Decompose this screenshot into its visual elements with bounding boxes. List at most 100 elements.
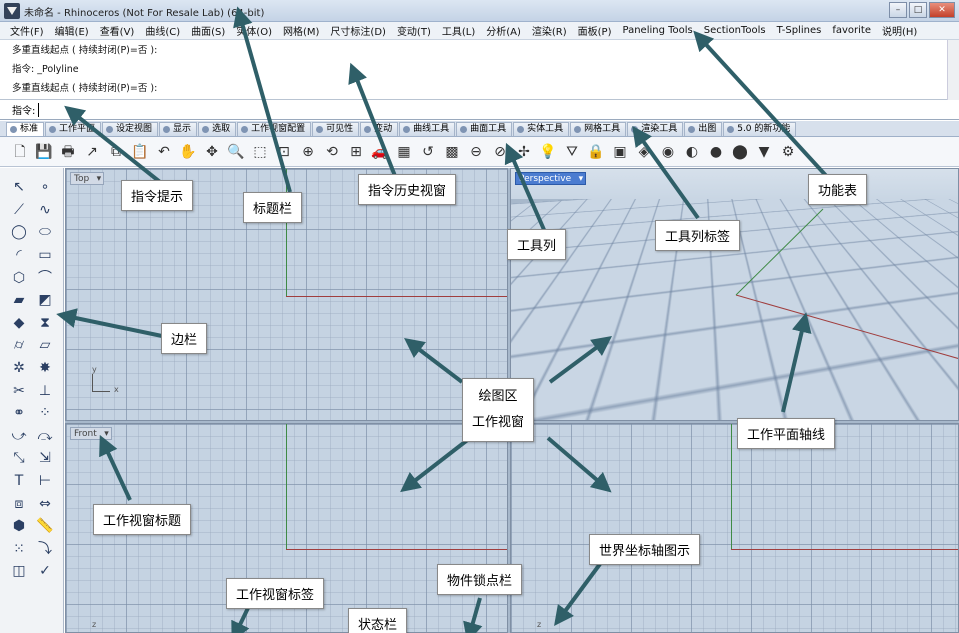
copy-icon[interactable]: ⧉ xyxy=(106,142,126,162)
rhino-app-icon[interactable] xyxy=(4,3,20,19)
toolbar-tab[interactable]: 实体工具 xyxy=(513,122,570,136)
toolbar-tab[interactable]: 曲线工具 xyxy=(399,122,456,136)
curve-icon[interactable]: ∿ xyxy=(35,201,55,219)
toolbar-tab[interactable]: 设定视图 xyxy=(102,122,159,136)
toolbar-tab[interactable]: 5.0 的新功能 xyxy=(723,122,797,136)
toolbar-tab[interactable]: 出图 xyxy=(684,122,723,136)
funnel-icon[interactable]: ▼ xyxy=(754,142,774,162)
material-icon[interactable]: ◈ xyxy=(634,142,654,162)
menu-item[interactable]: 说明(H) xyxy=(882,23,917,38)
save-icon[interactable]: 💾 xyxy=(34,142,54,162)
zoom-icon[interactable]: 🔍 xyxy=(226,142,246,162)
ellipse-icon[interactable]: ⬭ xyxy=(35,223,55,241)
polyline-icon[interactable]: ⟋ xyxy=(9,201,29,219)
zoom-window-icon[interactable]: ⬚ xyxy=(250,142,270,162)
maximize-button[interactable]: □ xyxy=(909,2,927,18)
viewport-perspective[interactable]: Perspective xyxy=(510,168,959,421)
check-icon[interactable]: ✓ xyxy=(35,562,55,580)
arc-icon[interactable]: ◜ xyxy=(9,246,29,264)
render-icon[interactable]: ⬤ xyxy=(730,142,750,162)
menu-item[interactable]: favorite xyxy=(832,25,871,36)
analyze-icon[interactable]: ◫ xyxy=(9,562,29,580)
menu-item[interactable]: 工具(L) xyxy=(442,23,475,38)
toolbar-tab[interactable]: 工作平面 xyxy=(45,122,102,136)
boolean-icon[interactable]: ⧗ xyxy=(35,314,55,332)
ruler-icon[interactable]: 📏 xyxy=(35,517,55,535)
zoom-extents-icon[interactable]: ⊡ xyxy=(274,142,294,162)
menu-item[interactable]: 尺寸标注(D) xyxy=(330,23,386,38)
points-on-icon[interactable]: ⁘ xyxy=(35,404,55,422)
text-icon[interactable]: T xyxy=(9,472,29,490)
polygon-icon[interactable]: ⬡ xyxy=(9,269,29,287)
new-file-icon[interactable]: 🗋 xyxy=(10,142,30,162)
color-wheel-icon[interactable]: ◉ xyxy=(658,142,678,162)
split-icon[interactable]: ⊥ xyxy=(35,382,55,400)
menu-item[interactable]: 编辑(E) xyxy=(55,23,89,38)
gear-icon[interactable]: ⚙ xyxy=(778,142,798,162)
menu-item[interactable]: 曲线(C) xyxy=(145,23,180,38)
four-view-icon[interactable]: ⊞ xyxy=(346,142,366,162)
mirror-icon[interactable]: ⇔ xyxy=(35,495,55,513)
gear-tool-icon[interactable]: ✲ xyxy=(9,359,29,377)
toolbar-tab[interactable]: 选取 xyxy=(198,122,237,136)
circle-icon[interactable]: ◯ xyxy=(9,223,29,241)
viewport-title-front[interactable]: Front xyxy=(70,427,112,440)
toolbar-tab[interactable]: 网格工具 xyxy=(570,122,627,136)
menu-item[interactable]: 面板(P) xyxy=(578,23,612,38)
undo-icon[interactable]: ↶ xyxy=(154,142,174,162)
history-scrollbar[interactable] xyxy=(947,40,959,100)
lock-icon[interactable]: 🔒 xyxy=(586,142,606,162)
array-icon[interactable]: ⁙ xyxy=(9,540,29,558)
fillet-icon[interactable]: ⌒ xyxy=(35,269,55,287)
viewport-right[interactable]: z xyxy=(510,423,959,633)
menu-item[interactable]: Paneling Tools xyxy=(623,25,693,36)
close-button[interactable]: ✕ xyxy=(929,2,955,18)
command-input[interactable] xyxy=(38,102,939,117)
toolbar-tab[interactable]: 可见性 xyxy=(312,122,360,136)
minus-circle-icon[interactable]: ⊖ xyxy=(466,142,486,162)
toolbar-tab[interactable]: 工作视窗配置 xyxy=(237,122,312,136)
menu-item[interactable]: 查看(V) xyxy=(100,23,135,38)
viewport-title-top[interactable]: Top xyxy=(70,172,105,185)
import-icon[interactable]: ↗ xyxy=(82,142,102,162)
menu-item[interactable]: 渲染(R) xyxy=(532,23,567,38)
cylinder-icon[interactable]: ⌭ xyxy=(9,336,29,354)
car-icon[interactable]: 🚗 xyxy=(370,142,390,162)
explode-icon[interactable]: ✸ xyxy=(35,359,55,377)
minimize-button[interactable]: – xyxy=(889,2,907,18)
layer-icon[interactable]: ▣ xyxy=(610,142,630,162)
paste-icon[interactable]: 📋 xyxy=(130,142,150,162)
filter-icon[interactable]: ⛛ xyxy=(562,142,582,162)
undo-view-icon[interactable]: ↺ xyxy=(418,142,438,162)
menu-item[interactable]: SectionTools xyxy=(704,25,766,36)
grid-snap-icon[interactable]: ▩ xyxy=(442,142,462,162)
zoom-selected-icon[interactable]: ⊕ xyxy=(298,142,318,162)
toolbar-tab[interactable]: 标准 xyxy=(6,122,45,136)
rotate-icon[interactable]: ⟲ xyxy=(322,142,342,162)
point-icon[interactable]: ∘ xyxy=(35,178,55,196)
menu-item[interactable]: T-Splines xyxy=(777,25,822,36)
rectangle-icon[interactable]: ▭ xyxy=(35,246,55,264)
select-arrow-icon[interactable]: ↖ xyxy=(9,178,29,196)
mesh-box-icon[interactable]: ⬢ xyxy=(9,517,29,535)
menu-item[interactable]: 网格(M) xyxy=(283,23,319,38)
extrude-icon[interactable]: ◩ xyxy=(35,291,55,309)
menu-item[interactable]: 曲面(S) xyxy=(191,23,225,38)
box-icon[interactable]: ◆ xyxy=(9,314,29,332)
no-entry-icon[interactable]: ⊘ xyxy=(490,142,510,162)
menu-item[interactable]: 分析(A) xyxy=(486,23,521,38)
move-icon[interactable]: ⤡ xyxy=(9,449,29,467)
toolbar-tab[interactable]: 曲面工具 xyxy=(456,122,513,136)
toolbar-tab[interactable]: 显示 xyxy=(159,122,198,136)
surface-icon[interactable]: ▰ xyxy=(9,291,29,309)
grid-icon[interactable]: ▦ xyxy=(394,142,414,162)
dimension-icon[interactable]: ⊢ xyxy=(35,472,55,490)
print-icon[interactable]: 🖶 xyxy=(58,142,78,162)
sphere-icon[interactable]: ● xyxy=(706,142,726,162)
plane-icon[interactable]: ▱ xyxy=(35,336,55,354)
join-icon[interactable]: ⚭ xyxy=(9,404,29,422)
menu-item[interactable]: 变动(T) xyxy=(397,23,431,38)
shade-icon[interactable]: ◐ xyxy=(682,142,702,162)
toolbar-tab[interactable]: 渲染工具 xyxy=(627,122,684,136)
object-snap-icon[interactable]: ✢ xyxy=(514,142,534,162)
